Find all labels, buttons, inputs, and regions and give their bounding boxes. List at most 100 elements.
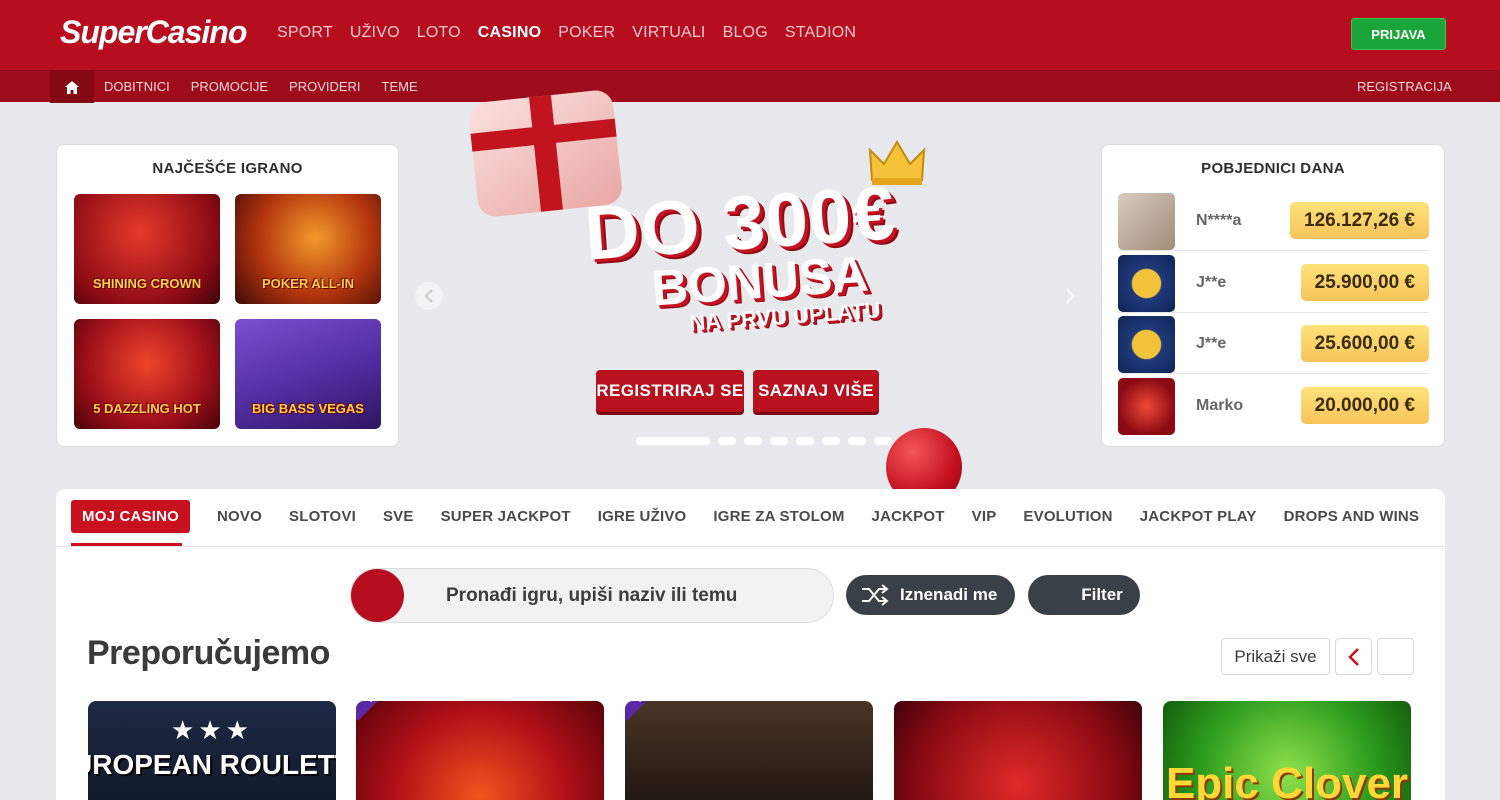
- casino-main-panel: MOJ CASINO NOVO SLOTOVI SVE SUPER JACKPO…: [56, 489, 1445, 800]
- game-thumb-title: POKER ALL-IN: [262, 276, 354, 291]
- game-thumb-title: SHINING CROWN: [92, 276, 202, 291]
- carousel-prev-button[interactable]: [415, 282, 443, 310]
- tab-drops-and-wins[interactable]: DROPS AND WINS: [1284, 508, 1420, 525]
- game-card[interactable]: EKSKLUZIVNO: [625, 701, 873, 800]
- winner-amount: 25.900,00 €: [1300, 264, 1429, 301]
- game-icon: [1118, 193, 1175, 250]
- carousel-dot[interactable]: [874, 437, 892, 445]
- winner-row[interactable]: J**e 25.600,00 €: [1118, 316, 1429, 374]
- tab-jackpot[interactable]: JACKPOT: [872, 508, 945, 525]
- carousel-dot[interactable]: [770, 437, 788, 445]
- most-played-title: NAJČEŠĆE IGRANO: [152, 160, 303, 177]
- stars-icon: ★★★: [171, 715, 253, 745]
- hero-register-button[interactable]: REGISTRIRAJ SE: [596, 370, 744, 412]
- sub-nav: DOBITNICI PROMOCIJE PROVIDERI TEME: [104, 79, 439, 94]
- game-card-european-roulette[interactable]: ★★★ EUROPEAN ROULETTE: [88, 701, 336, 800]
- carousel-next-button[interactable]: [1056, 282, 1084, 310]
- surprise-me-button[interactable]: Iznenadi me: [846, 575, 1015, 615]
- winners-card: POBJEDNICI DANA N****a 126.127,26 € J**e…: [1101, 144, 1445, 447]
- category-tabs: MOJ CASINO NOVO SLOTOVI SVE SUPER JACKPO…: [71, 500, 1446, 533]
- game-thumb-poker-all-in[interactable]: POKER ALL-IN: [235, 194, 381, 304]
- winner-amount: 126.127,26 €: [1290, 202, 1429, 239]
- exclusive-badge: EKSKLUZIVNO: [356, 701, 435, 721]
- winners-title: POBJEDNICI DANA: [1201, 160, 1345, 177]
- filter-label: Filter: [1081, 585, 1123, 604]
- game-card[interactable]: EKSKLUZIVNO: [356, 701, 604, 800]
- shuffle-icon: [860, 584, 890, 606]
- carousel-dot[interactable]: [822, 437, 840, 445]
- game-card-epic-clover[interactable]: Epic Clover: [1163, 701, 1411, 800]
- login-button[interactable]: PRIJAVA: [1351, 18, 1446, 50]
- top-header: SuperCasino SPORT UŽIVO LOTO CASINO POKE…: [0, 0, 1500, 70]
- game-card-title: Epic Clover: [1165, 759, 1409, 800]
- tab-jackpot-play[interactable]: JACKPOT PLAY: [1140, 508, 1257, 525]
- nav-uzivo[interactable]: UŽIVO: [350, 24, 400, 42]
- search-input[interactable]: Pronađi igru, upiši naziv ili temu: [350, 568, 834, 623]
- tab-super-jackpot[interactable]: SUPER JACKPOT: [441, 508, 571, 525]
- winner-name: J**e: [1196, 335, 1227, 352]
- game-thumb-big-bass-vegas[interactable]: BIG BASS VEGAS: [235, 319, 381, 429]
- surprise-me-label: Iznenadi me: [900, 585, 998, 604]
- nav-casino[interactable]: CASINO: [478, 24, 541, 42]
- game-icon: [1118, 255, 1175, 312]
- subnav-teme[interactable]: TEME: [382, 79, 418, 94]
- tab-evolution[interactable]: EVOLUTION: [1023, 508, 1112, 525]
- tab-slotovi[interactable]: SLOTOVI: [289, 508, 356, 525]
- winner-row[interactable]: N****a 126.127,26 €: [1118, 193, 1429, 251]
- logo[interactable]: SuperCasino: [60, 14, 247, 51]
- game-icon: [1118, 316, 1175, 373]
- subnav-provideri[interactable]: PROVIDERI: [289, 79, 361, 94]
- tab-sve[interactable]: SVE: [383, 508, 414, 525]
- winner-row[interactable]: J**e 25.900,00 €: [1118, 255, 1429, 313]
- game-card[interactable]: [894, 701, 1142, 800]
- carousel-dot[interactable]: [744, 437, 762, 445]
- game-thumb-dazzling-hot[interactable]: 5 DAZZLING HOT: [74, 319, 220, 429]
- subnav-promocije[interactable]: PROMOCIJE: [191, 79, 268, 94]
- nav-sport[interactable]: SPORT: [277, 24, 333, 42]
- divider: [56, 546, 1445, 547]
- nav-loto[interactable]: LOTO: [417, 24, 461, 42]
- carousel-dot[interactable]: [636, 437, 710, 445]
- carousel-dot[interactable]: [796, 437, 814, 445]
- game-icon: [1118, 378, 1175, 435]
- tab-igre-za-stolom[interactable]: IGRE ZA STOLOM: [713, 508, 844, 525]
- tab-vip[interactable]: VIP: [972, 508, 997, 525]
- winner-amount: 25.600,00 €: [1300, 325, 1429, 362]
- carousel-dot[interactable]: [848, 437, 866, 445]
- winner-name: N****a: [1196, 212, 1242, 229]
- hero-more-button[interactable]: SAZNAJ VIŠE: [753, 370, 879, 412]
- chevron-left-icon: [1347, 647, 1359, 666]
- game-thumb-shining-crown[interactable]: SHINING CROWN: [74, 194, 220, 304]
- sub-nav-bar: DOBITNICI PROMOCIJE PROVIDERI TEME REGIS…: [0, 70, 1500, 103]
- search-placeholder: Pronađi igru, upiši naziv ili temu: [446, 585, 738, 606]
- winner-name: Marko: [1196, 397, 1244, 414]
- search-icon: [351, 569, 404, 622]
- winner-name: J**e: [1196, 274, 1227, 291]
- carousel-dot[interactable]: [718, 437, 736, 445]
- game-thumb-title: 5 DAZZLING HOT: [93, 401, 201, 416]
- game-thumb-title: BIG BASS VEGAS: [252, 401, 364, 416]
- home-button[interactable]: [50, 71, 94, 103]
- winner-row[interactable]: Marko 20.000,00 €: [1118, 378, 1429, 436]
- nav-blog[interactable]: BLOG: [723, 24, 768, 42]
- winner-amount: 20.000,00 €: [1300, 387, 1429, 424]
- show-all-button[interactable]: Prikaži sve: [1221, 638, 1330, 675]
- main-nav: SPORT UŽIVO LOTO CASINO POKER VIRTUALI B…: [277, 24, 873, 42]
- filter-button[interactable]: Filter: [1028, 575, 1140, 615]
- recommended-next-button[interactable]: [1377, 638, 1414, 675]
- nav-stadion[interactable]: STADION: [785, 24, 856, 42]
- tab-novo[interactable]: NOVO: [217, 508, 262, 525]
- tab-moj-casino[interactable]: MOJ CASINO: [71, 500, 191, 533]
- recommended-title: Preporučujemo: [87, 634, 330, 672]
- subnav-dobitnici[interactable]: DOBITNICI: [104, 79, 170, 94]
- register-link[interactable]: REGISTRACIJA: [1357, 79, 1452, 94]
- game-card-title: EUROPEAN ROULETTE: [88, 749, 336, 780]
- tab-igre-uzivo[interactable]: IGRE UŽIVO: [598, 508, 687, 525]
- most-played-card: NAJČEŠĆE IGRANO SHINING CROWN POKER ALL-…: [56, 144, 399, 447]
- nav-virtuali[interactable]: VIRTUALI: [632, 24, 705, 42]
- chevron-left-icon: [424, 289, 433, 303]
- recommended-prev-button[interactable]: [1335, 638, 1372, 675]
- nav-poker[interactable]: POKER: [558, 24, 615, 42]
- exclusive-badge: EKSKLUZIVNO: [625, 701, 704, 721]
- home-icon: [65, 80, 79, 94]
